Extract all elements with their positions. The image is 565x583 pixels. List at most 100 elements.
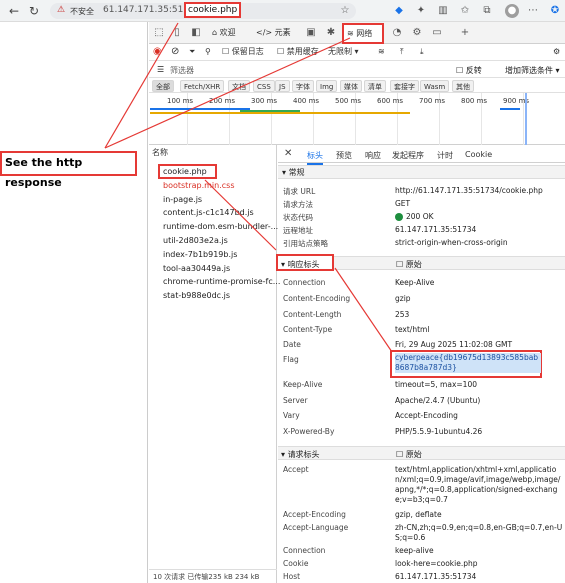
timeline-tick-label: 400 ms <box>293 97 320 105</box>
bug-icon[interactable]: ✱ <box>324 26 338 40</box>
request-row[interactable]: util-2d803e2a.js <box>163 235 228 247</box>
more-filters-button[interactable]: 增加筛选条件 ▾ <box>505 65 560 76</box>
console-icon[interactable]: ▣ <box>304 26 318 40</box>
flag-value[interactable]: cyberpeace{db19675d13893c585bab8687b8a78… <box>395 353 541 373</box>
request-row[interactable]: content.js-c1c147bd.js <box>163 207 254 219</box>
request-header-value: 61.147.171.35:51734 <box>395 572 477 581</box>
type-filter-0[interactable]: 全部 <box>152 80 174 92</box>
timeline-tick-label: 500 ms <box>335 97 362 105</box>
timeline-marker <box>525 93 527 145</box>
timeline-bar-blue-2 <box>500 108 520 110</box>
type-filter-8[interactable]: 清单 <box>364 80 386 92</box>
sidebar-icon[interactable]: ◧ <box>189 26 203 40</box>
tab-network-label: ≋ 网络 <box>347 29 373 38</box>
more-icon[interactable]: ⋯ <box>526 4 540 18</box>
invert-checkbox[interactable]: ☐ 反转 <box>456 65 482 76</box>
network-settings-icon[interactable]: ⚙ <box>553 46 560 58</box>
request-header-value: gzip, deflate <box>395 510 442 519</box>
timeline-tick-label: 200 ms <box>209 97 236 105</box>
type-filter-4[interactable]: JS <box>275 80 290 92</box>
response-headers-title: ▾ 响应标头 <box>281 260 320 269</box>
throttle-select[interactable]: 无限制 ▾ <box>328 46 359 58</box>
copilot-icon[interactable]: ✪ <box>548 4 562 18</box>
extension-icon[interactable]: ◆ <box>392 4 406 18</box>
type-filter-9[interactable]: 套接字 <box>390 80 419 92</box>
upload-icon[interactable]: ⤒ <box>400 46 404 58</box>
tab-elements[interactable]: </> 元素 <box>256 26 291 40</box>
detail-tab-2[interactable]: 响应 <box>365 150 381 161</box>
split-view-icon[interactable]: ▥ <box>436 4 450 18</box>
type-filter-10[interactable]: Wasm <box>420 80 450 92</box>
collections-icon[interactable]: ⧉ <box>480 4 494 18</box>
type-filter-5[interactable]: 字体 <box>292 80 314 92</box>
puzzle-icon[interactable]: ✦ <box>414 4 428 18</box>
response-header-value: text/html <box>395 325 430 334</box>
filter-input[interactable]: 筛选器 <box>170 65 194 76</box>
settings-gear-icon[interactable]: ⚙ <box>410 26 424 40</box>
response-header-key: Content-Encoding <box>283 294 351 303</box>
reload-icon[interactable]: ↻ <box>26 3 42 19</box>
general-value: 200 OK <box>406 212 434 221</box>
response-header-key: Date <box>283 340 301 349</box>
request-header-value: text/html,application/xhtml+xml,applicat… <box>395 465 561 504</box>
bookmark-star-icon[interactable]: ☆ <box>338 4 352 18</box>
response-header-value: gzip <box>395 294 411 303</box>
close-icon[interactable]: ✕ <box>284 148 292 159</box>
add-tab-icon[interactable]: + <box>458 26 472 40</box>
type-filter-7[interactable]: 媒体 <box>340 80 362 92</box>
performance-icon[interactable]: ◔ <box>390 26 404 40</box>
timeline-tick-label: 800 ms <box>461 97 488 105</box>
warning-icon[interactable]: ⚠ <box>57 5 65 15</box>
request-header-value: look-here=cookie.php <box>395 559 478 568</box>
inspect-icon[interactable]: ⬚ <box>152 26 166 40</box>
device-icon[interactable]: ▯ <box>170 26 184 40</box>
response-header-key: Content-Length <box>283 310 342 319</box>
request-row[interactable]: runtime-dom.esm-bundler-... <box>163 221 278 233</box>
type-filter-1[interactable]: Fetch/XHR <box>180 80 225 92</box>
detail-tab-5[interactable]: Cookie <box>465 150 492 159</box>
detail-tab-4[interactable]: 计时 <box>437 150 453 161</box>
record-icon[interactable]: ◉ <box>153 46 162 58</box>
response-header-value: Fri, 29 Aug 2025 11:02:08 GMT <box>395 340 513 349</box>
back-icon[interactable]: ← <box>6 3 22 19</box>
request-header-key: Accept <box>283 465 309 474</box>
request-row[interactable]: cookie.php <box>163 166 207 178</box>
response-header-value: Accept-Encoding <box>395 411 458 420</box>
general-section-header[interactable]: ▾ 常规 <box>278 165 565 179</box>
type-filter-3[interactable]: CSS <box>253 80 275 92</box>
request-row[interactable]: tool-aa30449a.js <box>163 263 230 275</box>
general-key: 状态代码 <box>283 213 313 222</box>
wifi-settings-icon[interactable]: ≋ <box>378 46 385 58</box>
request-row[interactable]: stat-b988e0dc.js <box>163 290 230 302</box>
type-filter-6[interactable]: Img <box>316 80 338 92</box>
response-header-key: Keep-Alive <box>283 380 323 389</box>
type-filter-11[interactable]: 其他 <box>452 80 474 92</box>
timeline-tick-label: 700 ms <box>419 97 446 105</box>
memory-icon[interactable]: ▭ <box>430 26 444 40</box>
filter-icon[interactable]: ⏷ <box>189 46 195 58</box>
type-filter-2[interactable]: 文档 <box>228 80 250 92</box>
response-raw-checkbox[interactable]: ☐ 原始 <box>396 259 422 270</box>
favorites-icon[interactable]: ✩ <box>458 4 472 18</box>
request-headers-title: ▾ 请求标头 <box>281 450 320 459</box>
request-row[interactable]: index-7b1b919b.js <box>163 249 237 261</box>
download-icon[interactable]: ⤓ <box>420 46 424 58</box>
tab-welcome[interactable]: ⌂ 欢迎 <box>212 26 236 40</box>
detail-tab-0[interactable]: 标头 <box>307 150 323 165</box>
response-header-value: timeout=5, max=100 <box>395 380 477 389</box>
request-row[interactable]: in-page.js <box>163 194 202 206</box>
clear-icon[interactable]: ⊘ <box>171 46 179 58</box>
general-value: GET <box>395 199 411 208</box>
request-header-key: Host <box>283 572 301 581</box>
search-icon[interactable]: ⚲ <box>205 46 211 58</box>
general-value: http://61.147.171.35:51734/cookie.php <box>395 186 543 195</box>
avatar[interactable]: ● <box>505 4 519 18</box>
request-raw-checkbox[interactable]: ☐ 原始 <box>396 449 422 460</box>
request-header-key: Accept-Language <box>283 523 349 532</box>
preserve-log-checkbox[interactable]: ☐ 保留日志 <box>222 46 264 58</box>
request-row[interactable]: chrome-runtime-promise-fc... <box>163 276 280 288</box>
detail-tab-1[interactable]: 预览 <box>336 150 352 161</box>
disable-cache-checkbox[interactable]: ☐ 禁用缓存 <box>277 46 319 58</box>
request-row[interactable]: bootstrap.min.css <box>163 180 234 192</box>
detail-tab-3[interactable]: 发起程序 <box>392 150 424 161</box>
